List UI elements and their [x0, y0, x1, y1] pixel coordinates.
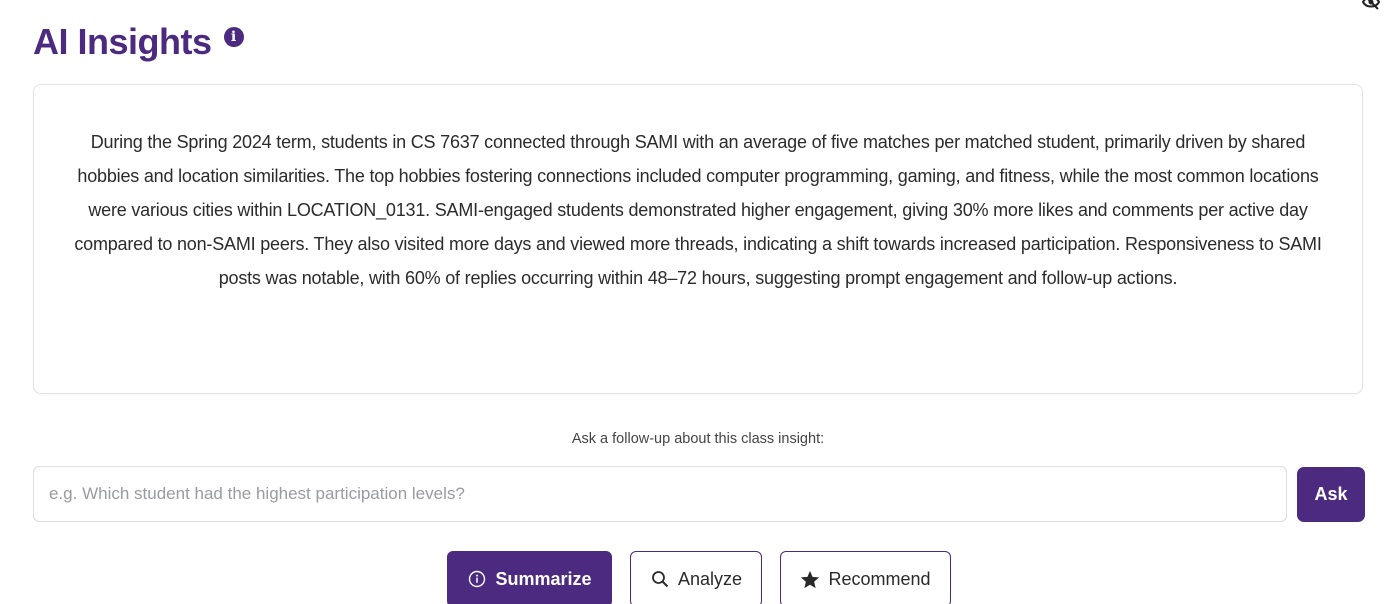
search-icon	[650, 569, 670, 589]
summarize-label: Summarize	[495, 568, 592, 589]
star-icon	[800, 569, 820, 589]
summarize-button[interactable]: Summarize	[447, 551, 612, 604]
insight-text: During the Spring 2024 term, students in…	[74, 132, 1322, 288]
ask-button[interactable]: Ask	[1297, 467, 1365, 522]
header: AI Insights i	[33, 18, 244, 66]
ai-insights-panel: AI Insights i During the Spring 2024 ter…	[0, 0, 1396, 604]
page-title: AI Insights	[33, 21, 212, 62]
info-circle-icon[interactable]: i	[223, 27, 244, 47]
recommend-button[interactable]: Recommend	[780, 551, 951, 604]
followup-label: Ask a follow-up about this class insight…	[571, 431, 825, 447]
info-circle-outline-icon	[467, 569, 487, 589]
followup-question-input[interactable]	[33, 466, 1287, 522]
analyze-button[interactable]: Analyze	[630, 551, 762, 604]
recommend-label: Recommend	[828, 568, 931, 589]
action-buttons: Summarize Analyze Recommend	[0, 551, 1396, 604]
eye-slash-icon[interactable]	[1361, 0, 1381, 10]
insight-card: During the Spring 2024 term, students in…	[33, 84, 1363, 394]
analyze-label: Analyze	[677, 568, 743, 589]
